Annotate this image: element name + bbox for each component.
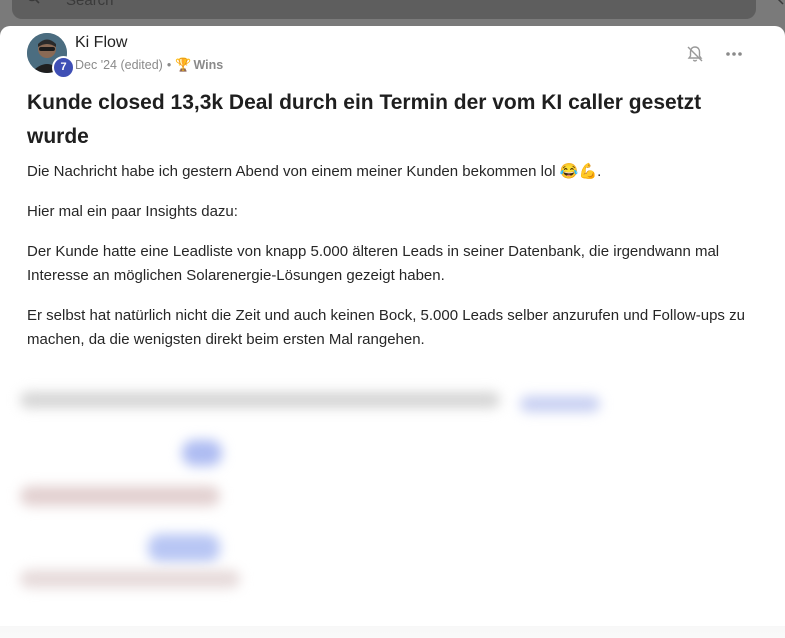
search-icon[interactable]	[26, 0, 40, 4]
blurred-text-line	[20, 486, 220, 506]
post-paragraph: Er selbst hat natürlich nicht die Zeit u…	[27, 307, 745, 348]
meta-separator: •	[166, 58, 172, 72]
blurred-button	[182, 440, 222, 466]
corner-icon	[777, 0, 784, 5]
post-paragraph: Die Nachricht habe ich gestern Abend von…	[27, 163, 602, 180]
post-meta: Dec '24 (edited) • 🏆 Wins	[75, 57, 223, 73]
blurred-text-line	[20, 570, 240, 588]
post-date[interactable]: Dec '24 (edited)	[75, 58, 163, 72]
trophy-icon: 🏆	[175, 57, 192, 72]
author-name[interactable]: Ki Flow	[75, 34, 127, 52]
post-paragraph: Der Kunde hatte eine Leadliste von knapp…	[27, 243, 720, 284]
post-paragraph: Hier mal ein paar Insights dazu:	[27, 203, 238, 220]
blurred-text-line	[20, 392, 500, 408]
bell-off-icon[interactable]	[685, 44, 705, 64]
more-options-icon[interactable]	[724, 44, 744, 64]
search-bar[interactable]	[12, 0, 756, 19]
post-category[interactable]: Wins	[193, 58, 223, 72]
blurred-link	[520, 396, 600, 412]
level-badge: 7	[52, 56, 75, 79]
post-title: Kunde closed 13,3k Deal durch ein Termin…	[27, 91, 702, 148]
search-input[interactable]: Search	[66, 0, 114, 9]
top-bar: Search	[0, 0, 785, 26]
post-body: Die Nachricht habe ich gestern Abend von…	[27, 160, 747, 368]
blurred-button	[148, 534, 220, 562]
